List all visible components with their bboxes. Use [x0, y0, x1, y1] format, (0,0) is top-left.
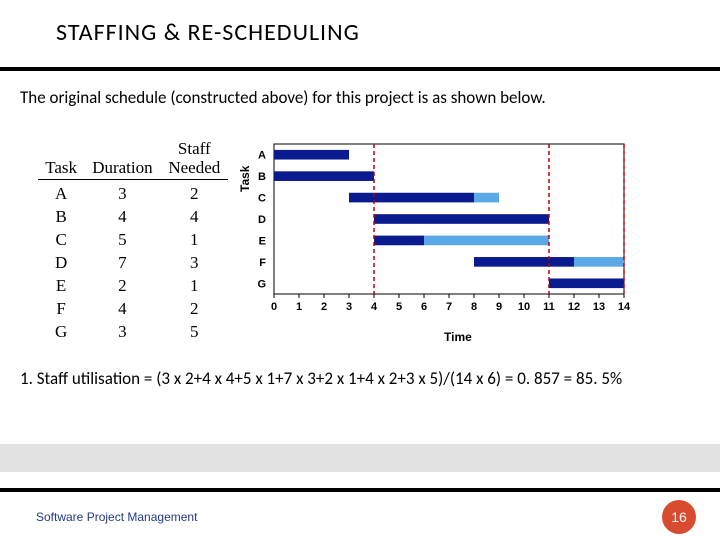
svg-text:G: G: [257, 278, 266, 290]
table-cell: F: [38, 298, 84, 321]
table-cell: 1: [161, 275, 228, 298]
svg-text:10: 10: [518, 301, 530, 313]
table-cell: 2: [161, 180, 228, 206]
svg-text:1: 1: [296, 301, 302, 313]
svg-text:12: 12: [568, 301, 580, 313]
col-duration: Duration: [84, 140, 160, 180]
svg-text:6: 6: [421, 301, 427, 313]
table-cell: A: [38, 180, 84, 206]
table-cell: 4: [84, 298, 160, 321]
svg-text:B: B: [258, 171, 266, 183]
svg-text:7: 7: [446, 301, 452, 313]
task-table: Task Duration StaffNeeded A32B44C51D73E2…: [38, 140, 228, 344]
table-cell: 1: [161, 229, 228, 252]
svg-text:14: 14: [618, 301, 631, 313]
table-cell: 3: [84, 321, 160, 344]
svg-text:A: A: [258, 150, 266, 162]
calculation-text: 1. Staff utilisation = (3 x 2+4 x 4+5 x …: [0, 344, 720, 389]
svg-text:F: F: [259, 257, 266, 269]
footer-divider: [0, 488, 720, 492]
svg-text:E: E: [259, 235, 266, 247]
table-cell: E: [38, 275, 84, 298]
page-title: STAFFING & RE-SCHEDULING: [0, 0, 720, 47]
content-row: Task Duration StaffNeeded A32B44C51D73E2…: [0, 108, 720, 344]
table-cell: 2: [84, 275, 160, 298]
svg-text:D: D: [258, 214, 266, 226]
gantt-chart: Task 01234567891011121314ABCDEFG Time: [244, 140, 644, 340]
table-cell: 2: [161, 298, 228, 321]
table-cell: G: [38, 321, 84, 344]
table-cell: 5: [161, 321, 228, 344]
table-cell: 3: [84, 180, 160, 206]
table-cell: 7: [84, 252, 160, 275]
highlight-strip: [0, 444, 720, 472]
svg-text:9: 9: [496, 301, 502, 313]
gantt-svg: 01234567891011121314ABCDEFG: [244, 140, 644, 326]
col-task: Task: [38, 140, 84, 180]
table-cell: 3: [161, 252, 228, 275]
svg-text:0: 0: [271, 301, 277, 313]
table-cell: C: [38, 229, 84, 252]
svg-text:13: 13: [593, 301, 605, 313]
svg-text:8: 8: [471, 301, 477, 313]
svg-text:11: 11: [543, 301, 555, 313]
footer-text: Software Project Management: [36, 510, 197, 524]
col-staff: StaffNeeded: [161, 140, 228, 180]
y-axis-label: Task: [238, 166, 252, 192]
table-cell: 4: [161, 206, 228, 229]
table-cell: 5: [84, 229, 160, 252]
svg-text:3: 3: [346, 301, 352, 313]
page-number-badge: 16: [662, 500, 696, 534]
svg-text:5: 5: [396, 301, 402, 313]
svg-text:2: 2: [321, 301, 327, 313]
table-cell: D: [38, 252, 84, 275]
svg-text:C: C: [258, 193, 266, 205]
intro-text: The original schedule (constructed above…: [0, 71, 720, 108]
svg-text:4: 4: [371, 301, 378, 313]
table-cell: B: [38, 206, 84, 229]
x-axis-label: Time: [444, 330, 472, 344]
table-cell: 4: [84, 206, 160, 229]
